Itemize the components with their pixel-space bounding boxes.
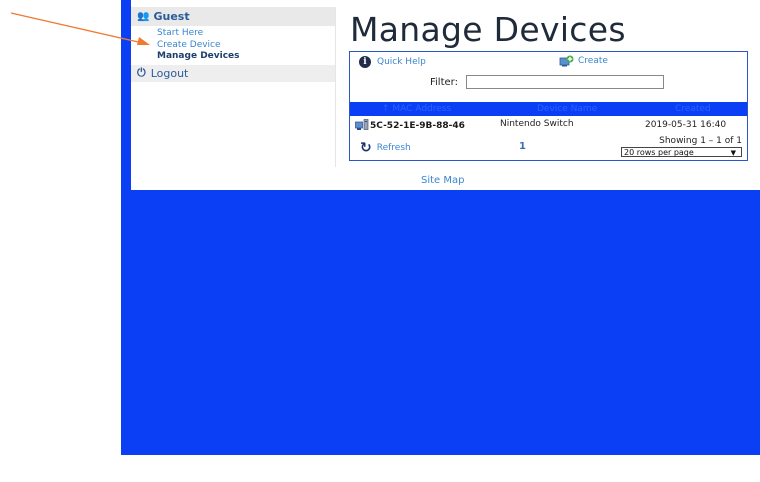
column-header-device-name[interactable]: Device Name <box>537 104 597 114</box>
site-map-link[interactable]: Site Map <box>421 175 464 186</box>
page-title: Manage Devices <box>350 10 626 49</box>
sidebar-group-label: Guest <box>153 10 190 23</box>
table-header: ↑ MAC Address Device Name Created <box>350 102 747 116</box>
power-icon: ⏻ <box>137 66 146 79</box>
device-list-panel: i Quick Help Create Filter: ↑ MAC Addres… <box>349 51 748 161</box>
dropdown-arrow-icon: ▼ <box>730 149 736 157</box>
mac-address-cell[interactable]: 5C-52-1E-9B-88-46 <box>370 121 465 131</box>
refresh-button[interactable]: ↻ Refresh <box>360 140 411 156</box>
column-header-mac-address[interactable]: ↑ MAC Address <box>382 104 451 114</box>
network-device-icon <box>355 119 369 130</box>
create-link[interactable]: Create <box>559 55 608 67</box>
created-cell: 2019-05-31 16:40 <box>645 120 727 130</box>
quick-help-link[interactable]: i Quick Help <box>359 56 426 68</box>
sidebar-item-start-here[interactable]: Start Here <box>157 28 335 40</box>
sidebar-item-create-device[interactable]: Create Device <box>157 40 335 52</box>
rows-per-page-select[interactable]: 20 rows per page ▼ <box>621 147 742 157</box>
users-icon: 👥 <box>137 11 150 22</box>
page-number-link[interactable]: 1 <box>519 141 526 152</box>
showing-count: Showing 1 – 1 of 1 <box>659 136 742 146</box>
quick-help-label: Quick Help <box>377 57 426 67</box>
filter-label: Filter: <box>430 77 458 88</box>
refresh-label: Refresh <box>376 143 411 153</box>
filter-row: Filter: <box>350 72 747 91</box>
sort-ascending-icon: ↑ <box>382 104 390 114</box>
info-icon: i <box>359 56 371 68</box>
logout-label: Logout <box>150 66 189 80</box>
sidebar-item-manage-devices[interactable]: Manage Devices <box>157 51 335 63</box>
device-name-cell: Nintendo Switch <box>500 119 574 129</box>
column-header-created[interactable]: Created <box>675 104 711 114</box>
column-header-mac-label: MAC Address <box>392 104 452 114</box>
sidebar-items: Start Here Create Device Manage Devices <box>131 26 335 65</box>
table-row[interactable]: 5C-52-1E-9B-88-46 Nintendo Switch 2019-0… <box>350 118 747 134</box>
pager-row: ↻ Refresh 1 Showing 1 – 1 of 1 20 rows p… <box>350 135 747 159</box>
sidebar: 👥 Guest Start Here Create Device Manage … <box>131 7 336 167</box>
filter-input[interactable] <box>466 75 664 89</box>
refresh-icon: ↻ <box>360 140 372 156</box>
sidebar-item-logout[interactable]: ⏻ Logout <box>131 64 335 82</box>
add-device-icon <box>559 55 574 67</box>
rows-per-page-value: 20 rows per page <box>624 148 694 157</box>
sidebar-group-guest: 👥 Guest <box>131 7 335 26</box>
toolbar: i Quick Help Create <box>350 52 747 72</box>
create-label: Create <box>578 56 608 66</box>
